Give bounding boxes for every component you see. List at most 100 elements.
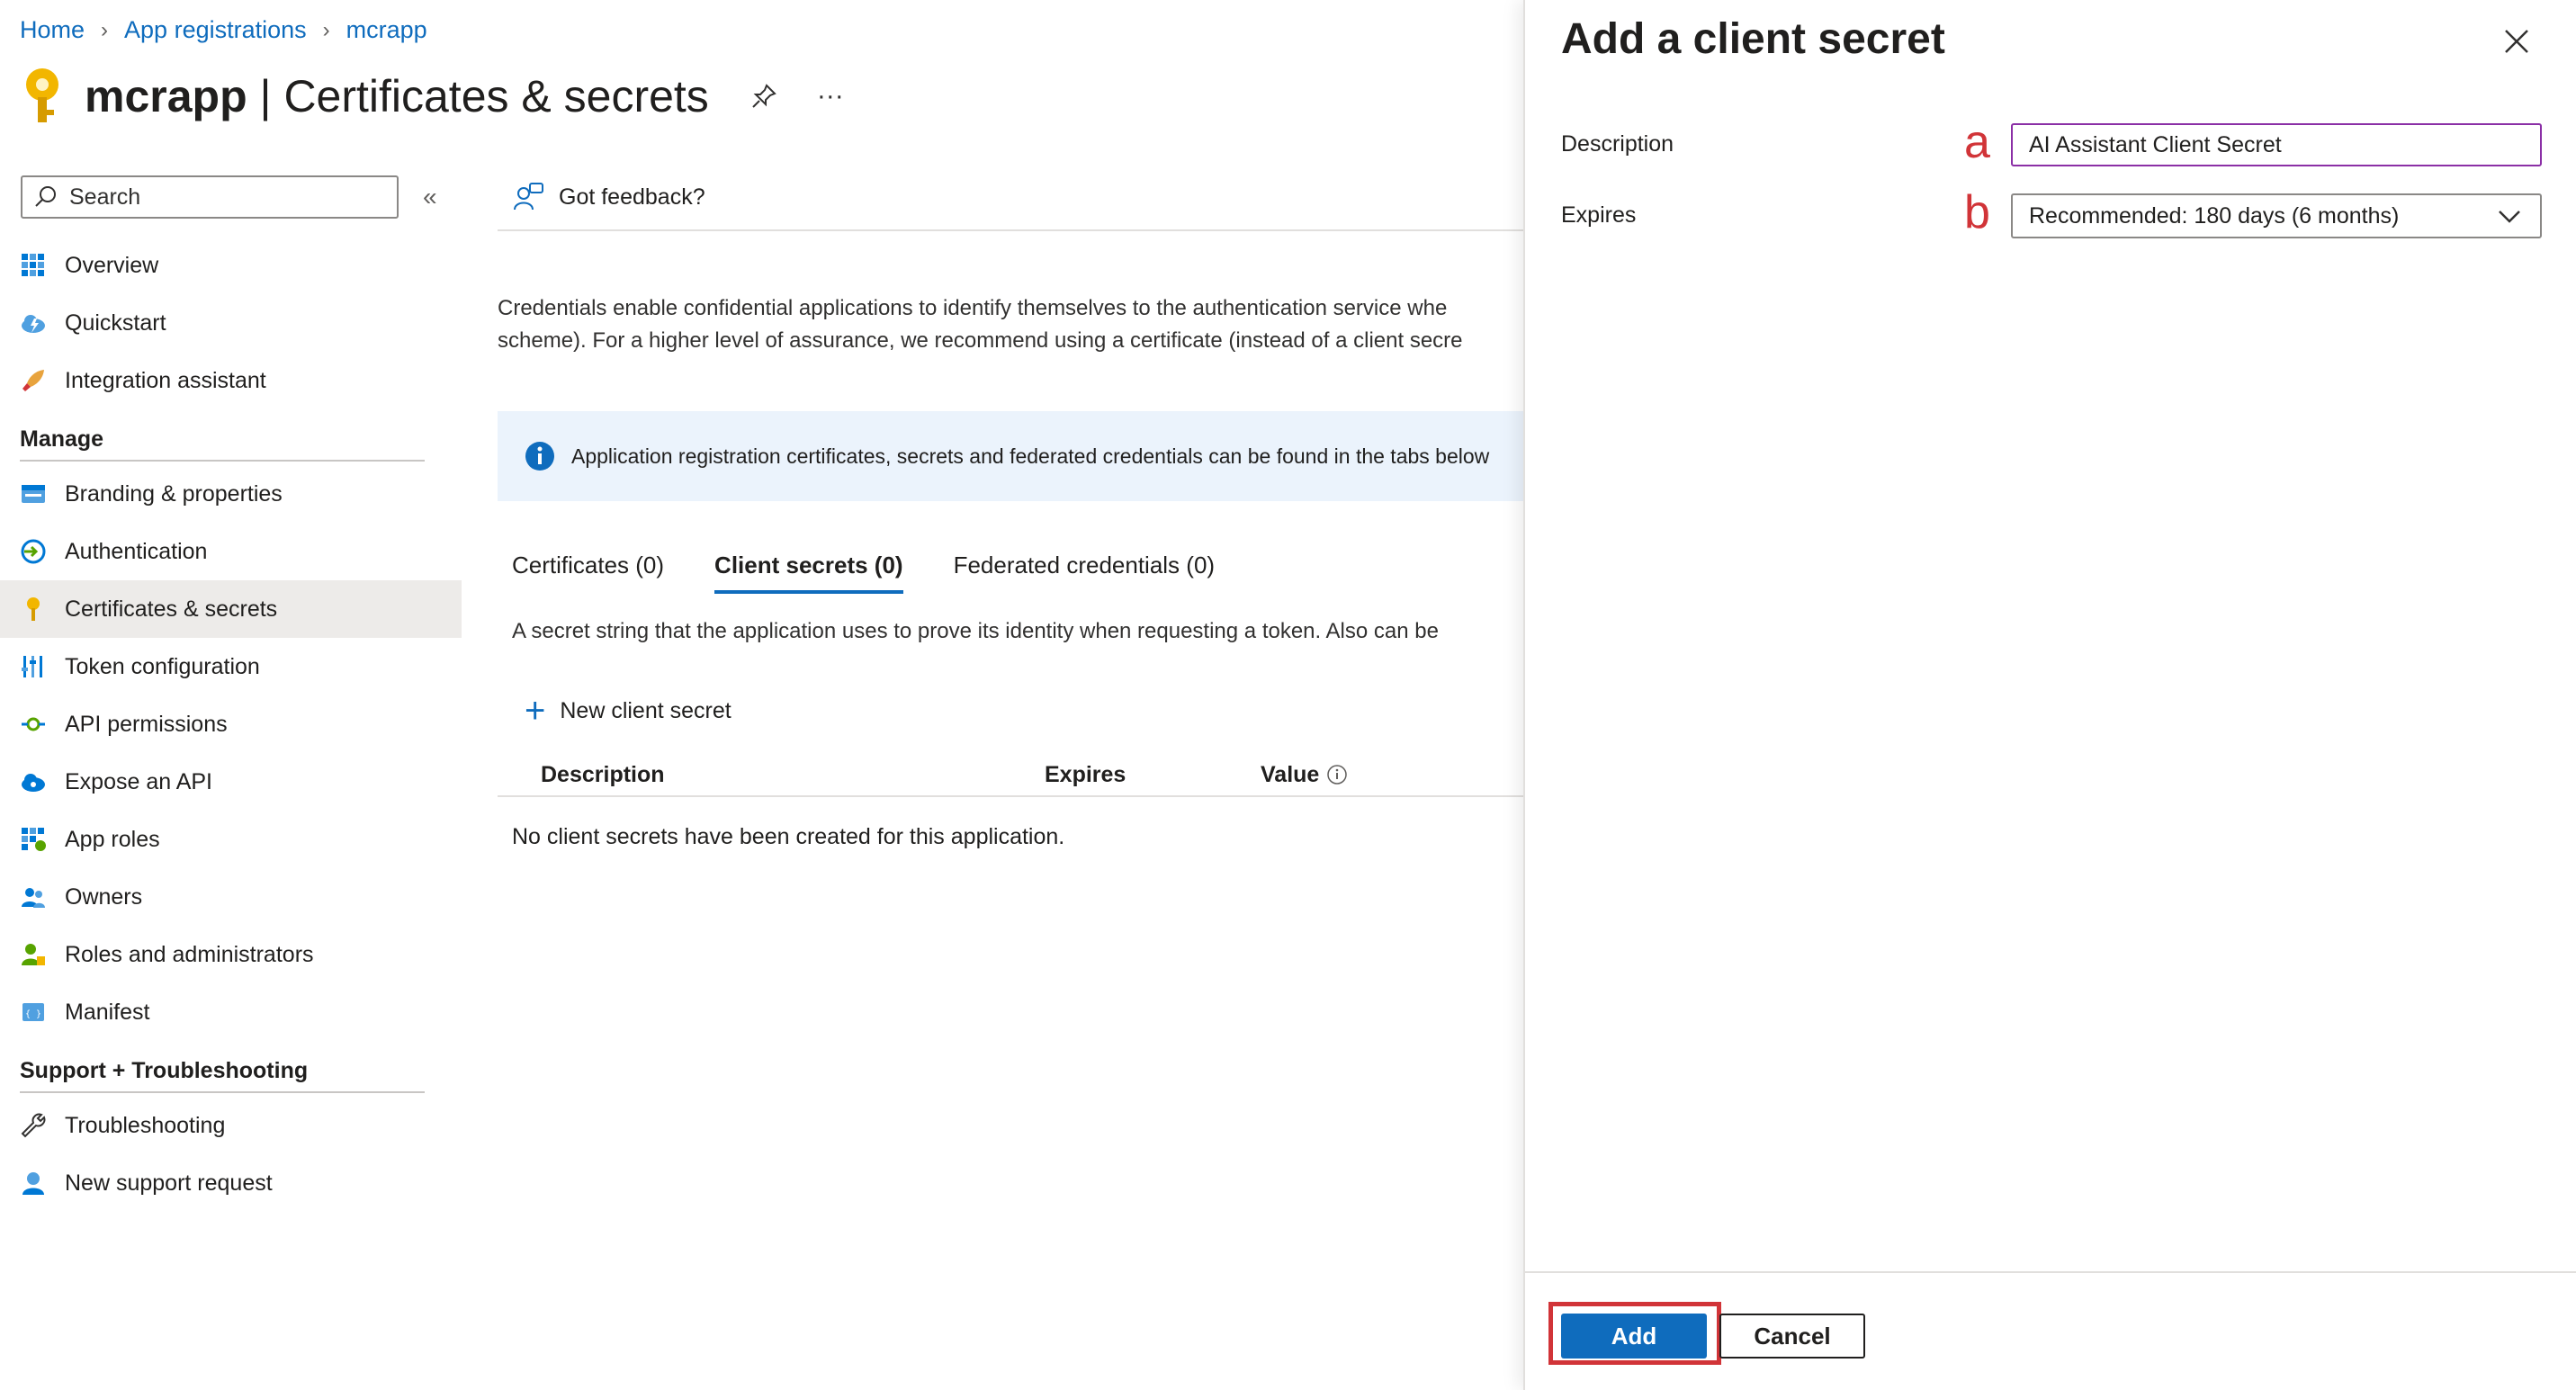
sidebar-item-label: API permissions [65, 711, 228, 737]
info-circle-icon[interactable] [1326, 764, 1348, 785]
sidebar-divider [20, 1091, 425, 1093]
tab-client-secrets[interactable]: Client secrets (0) [714, 552, 903, 594]
add-button[interactable]: Add [1561, 1314, 1707, 1359]
sidebar-item-overview[interactable]: Overview [0, 237, 462, 294]
sidebar-item-label: App roles [65, 826, 160, 852]
column-header-value: Value [1261, 762, 1348, 788]
more-options-icon[interactable]: ··· [817, 81, 844, 112]
feedback-label: Got feedback? [559, 184, 705, 210]
sidebar-item-label: Owners [65, 883, 143, 910]
api-permissions-icon [22, 717, 45, 731]
sidebar-item-expose-api[interactable]: Expose an API [0, 753, 462, 811]
search-icon [35, 186, 56, 207]
description-label: Description [1561, 131, 1674, 157]
owners-icon [22, 888, 45, 908]
page-root: Home › App registrations › mcrapp mcrapp… [0, 0, 1523, 1390]
page-title-separator: | [259, 71, 272, 121]
sidebar-item-label: Expose an API [65, 768, 213, 794]
page-description: Credentials enable confidential applicat… [498, 292, 1523, 357]
key-icon [27, 597, 40, 621]
sidebar-item-integration-assistant[interactable]: Integration assistant [0, 352, 462, 409]
chevron-down-icon [2499, 211, 2520, 223]
expires-select[interactable]: Recommended: 180 days (6 months) [2011, 193, 2542, 238]
column-header-description: Description [541, 761, 665, 787]
sidebar-item-authentication[interactable]: Authentication [0, 523, 462, 580]
sidebar-item-label: Roles and administrators [65, 941, 314, 967]
panel-footer: Add Cancel [1525, 1271, 2576, 1390]
sidebar-item-label: Troubleshooting [65, 1112, 226, 1138]
expires-label: Expires [1561, 202, 1637, 228]
breadcrumb-chevron-icon: › [101, 17, 109, 42]
support-person-icon [22, 1172, 44, 1195]
sidebar-heading-manage: Manage [20, 426, 104, 452]
collapse-sidebar-icon[interactable]: « [423, 183, 437, 211]
sidebar-item-label: Manifest [65, 999, 150, 1025]
sidebar-divider [20, 460, 425, 462]
breadcrumb-home[interactable]: Home [20, 16, 85, 44]
panel-title: Add a client secret [1561, 15, 1945, 63]
sidebar-item-label: Integration assistant [65, 367, 266, 393]
main-content: Got feedback? Credentials enable confide… [498, 175, 1523, 850]
credential-tabs: Certificates (0) Client secrets (0) Fede… [498, 552, 1523, 594]
sidebar-item-roles-administrators[interactable]: Roles and administrators [0, 926, 462, 983]
breadcrumb-app-registrations[interactable]: App registrations [124, 16, 307, 44]
description-line: Credentials enable confidential applicat… [498, 296, 1448, 320]
search-placeholder: Search [69, 184, 141, 210]
sidebar-item-quickstart[interactable]: Quickstart [0, 294, 462, 352]
new-client-secret-button[interactable]: + New client secret [498, 693, 1523, 729]
sidebar-item-manifest[interactable]: { } Manifest [0, 983, 462, 1041]
key-icon [26, 68, 58, 122]
sidebar-item-label: Quickstart [65, 309, 166, 336]
cancel-button[interactable]: Cancel [1719, 1314, 1865, 1359]
sidebar-item-app-roles[interactable]: App roles [0, 811, 462, 868]
sidebar-item-label: Token configuration [65, 653, 260, 679]
sidebar-item-label: Branding & properties [65, 480, 283, 507]
description-line: scheme). For a higher level of assurance… [498, 328, 1463, 353]
branding-icon [22, 485, 45, 503]
sidebar-item-api-permissions[interactable]: API permissions [0, 695, 462, 753]
sidebar-heading-support: Support + Troubleshooting [20, 1058, 309, 1083]
sidebar-item-troubleshooting[interactable]: Troubleshooting [0, 1097, 462, 1154]
authentication-icon [21, 539, 46, 564]
overview-grid-icon [22, 254, 44, 276]
sidebar-item-label: New support request [65, 1170, 273, 1196]
feedback-person-icon [514, 183, 543, 211]
annotation-marker-b: b [1964, 186, 1990, 238]
page-title: mcrapp | Certificates & secrets [85, 70, 709, 122]
new-client-secret-label: New client secret [560, 697, 732, 723]
column-header-expires: Expires [1045, 761, 1126, 787]
roles-admin-icon [22, 944, 45, 965]
svg-text:{ }: { } [25, 1009, 41, 1019]
tab-federated-credentials[interactable]: Federated credentials (0) [954, 552, 1215, 594]
client-secret-description: A secret string that the application use… [512, 619, 1439, 643]
tab-certificates[interactable]: Certificates (0) [512, 552, 664, 594]
token-bars-icon [22, 656, 42, 677]
secret-description-input[interactable] [2011, 123, 2542, 166]
breadcrumb-app[interactable]: mcrapp [346, 16, 427, 44]
sidebar-item-token-configuration[interactable]: Token configuration [0, 638, 462, 695]
info-banner-text: Application registration certificates, s… [571, 444, 1490, 468]
info-icon [525, 442, 554, 471]
plus-icon: + [525, 691, 546, 731]
search-input[interactable]: Search [21, 175, 399, 219]
feedback-button[interactable]: Got feedback? [498, 175, 1523, 219]
page-title-section: Certificates & secrets [283, 71, 709, 121]
app-roles-grid-icon [22, 828, 46, 851]
breadcrumb-chevron-icon: › [322, 17, 330, 42]
sidebar-item-new-support-request[interactable]: New support request [0, 1154, 462, 1212]
sidebar-item-label: Overview [65, 252, 159, 278]
annotation-marker-a: a [1964, 116, 1990, 168]
main-divider [498, 229, 1523, 231]
sidebar-item-certificates-secrets[interactable]: Certificates & secrets [0, 580, 462, 638]
sidebar-item-branding[interactable]: Branding & properties [0, 465, 462, 523]
pin-icon[interactable] [750, 83, 777, 110]
secrets-table-header: Description Expires Value [498, 754, 1523, 797]
sidebar-nav: Overview Quickstart Integration assistan… [0, 237, 462, 1212]
wrench-icon [21, 1113, 46, 1138]
info-banner: Application registration certificates, s… [498, 411, 1523, 501]
page-header: mcrapp | Certificates & secrets ··· [20, 65, 844, 128]
sidebar-item-owners[interactable]: Owners [0, 868, 462, 926]
empty-secrets-message: No client secrets have been created for … [512, 824, 1065, 849]
expires-selected-value: Recommended: 180 days (6 months) [2029, 202, 2400, 229]
close-icon[interactable] [2500, 25, 2533, 58]
